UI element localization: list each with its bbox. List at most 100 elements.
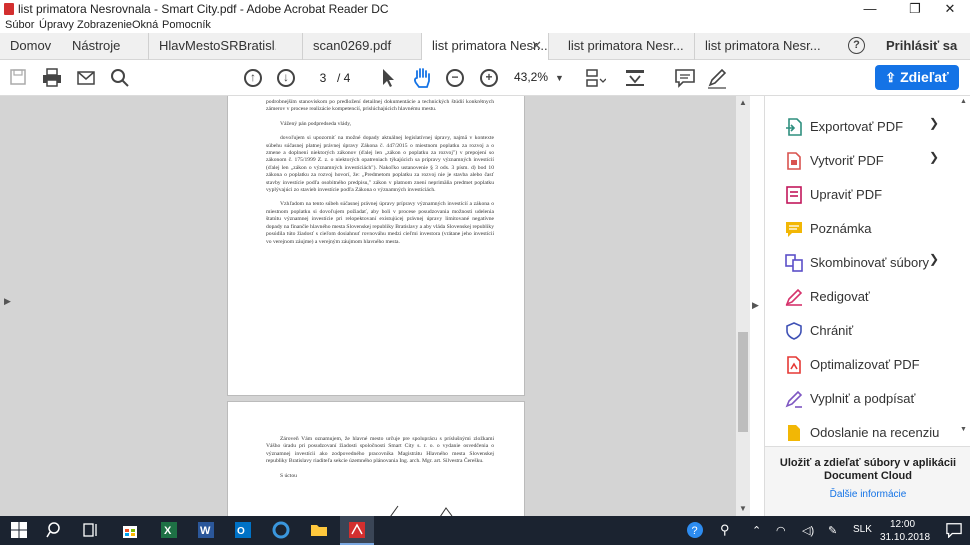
page-number-input[interactable]: 3: [312, 69, 334, 87]
tab-document-2[interactable]: scan0269.pdf: [302, 33, 414, 60]
chevron-down-icon[interactable]: ❯: [929, 116, 939, 130]
wifi-icon[interactable]: ◠: [776, 524, 786, 537]
right-pane-toggle-icon[interactable]: ▶: [752, 300, 759, 311]
clock-date[interactable]: 31.10.2018: [880, 532, 930, 543]
close-button[interactable]: ✕: [930, 0, 970, 18]
tool-redact[interactable]: Redigovať: [765, 282, 970, 312]
language-indicator[interactable]: SLK: [853, 524, 872, 535]
scroll-down-icon[interactable]: ▼: [739, 504, 747, 513]
tools-pane-scrollbar[interactable]: ▲ ▼: [958, 96, 970, 436]
scroll-mode-icon[interactable]: [624, 66, 646, 90]
word-icon[interactable]: W: [197, 521, 215, 539]
help-tips-icon[interactable]: ?: [686, 521, 704, 539]
menu-file[interactable]: Súbor: [5, 19, 34, 31]
tool-label: Upraviť PDF: [810, 187, 883, 202]
zoom-dropdown-chevron-icon[interactable]: ▼: [555, 73, 564, 83]
zoom-out-icon[interactable]: −: [446, 69, 464, 87]
pen-workspace-icon[interactable]: ✎: [828, 524, 837, 537]
close-tab-icon[interactable]: ✕: [531, 33, 542, 59]
menu-edit[interactable]: Úpravy: [39, 19, 74, 31]
page-display-icon[interactable]: [584, 66, 606, 90]
tool-fill-sign[interactable]: Vyplniť a podpísať: [765, 384, 970, 414]
acrobat-file-icon: [4, 3, 14, 15]
pane-scroll-up-icon[interactable]: ▲: [960, 98, 967, 105]
combine-files-icon: [785, 254, 803, 272]
signature-image: [390, 505, 453, 516]
tool-label: Skombinovať súbory: [810, 255, 930, 270]
pane-scroll-down-icon[interactable]: ▼: [960, 426, 967, 433]
zoom-in-icon[interactable]: +: [480, 69, 498, 87]
sign-in-link[interactable]: Prihlásiť sa: [886, 38, 957, 53]
title-bar: list primatora Nesrovnala - Smart City.p…: [0, 0, 970, 18]
clock-time[interactable]: 12:00: [890, 519, 915, 530]
tool-edit-pdf[interactable]: Upraviť PDF: [765, 180, 970, 210]
tab-document-2-label: scan0269.pdf: [313, 38, 392, 53]
search-taskbar-icon[interactable]: [46, 521, 64, 539]
windows-start-icon[interactable]: [10, 521, 28, 539]
tool-combine-files[interactable]: Skombinovať súbory ❯: [765, 248, 970, 278]
document-viewer[interactable]: ▶ podrobnejším stanoviskom po predložení…: [0, 96, 750, 516]
menu-bar: Súbor Úpravy Zobrazenie Okná Pomocník: [0, 18, 970, 33]
left-pane-toggle-icon[interactable]: ▶: [4, 296, 11, 307]
previous-page-icon[interactable]: ↑: [244, 69, 262, 87]
help-icon[interactable]: ?: [848, 37, 865, 54]
document-scrollbar[interactable]: ▲ ▼: [736, 96, 750, 516]
tab-document-3-active[interactable]: list primatora Nesr... ✕: [421, 33, 549, 61]
tool-comment[interactable]: Poznámka: [765, 214, 970, 244]
tool-send-review[interactable]: Odoslanie na recenziu: [765, 418, 970, 444]
acrobat-taskbar-button[interactable]: [340, 516, 374, 545]
minimize-button[interactable]: —: [850, 0, 890, 18]
show-hidden-icons-chevron-icon[interactable]: ⌃: [752, 524, 761, 537]
maximize-button[interactable]: ❐: [895, 0, 935, 18]
tab-document-5[interactable]: list primatora Nesr...: [694, 33, 822, 60]
promo-link[interactable]: Ďalšie informácie: [765, 489, 970, 500]
tab-document-1[interactable]: HlavMestoSRBratisl...: [148, 33, 276, 60]
edge-browser-icon[interactable]: [272, 521, 290, 539]
fill-sign-icon: [785, 390, 803, 408]
hand-tool-icon[interactable]: [411, 66, 433, 90]
share-label: Zdieľať: [900, 69, 949, 85]
tool-export-pdf[interactable]: Exportovať PDF ❯: [765, 112, 970, 142]
people-icon[interactable]: ⚲: [720, 522, 730, 538]
select-cursor-icon[interactable]: [380, 66, 396, 90]
tab-home[interactable]: Domov: [0, 33, 60, 60]
scrollbar-thumb[interactable]: [738, 332, 748, 432]
chevron-down-icon[interactable]: ❯: [929, 252, 939, 266]
outlook-icon[interactable]: O: [234, 521, 252, 539]
share-button[interactable]: ⇪ Zdieľať: [875, 65, 959, 90]
file-explorer-icon[interactable]: [310, 521, 328, 539]
protect-icon: [786, 322, 802, 340]
chevron-down-icon[interactable]: ❯: [929, 150, 939, 164]
menu-view[interactable]: Zobrazenie: [77, 19, 132, 31]
draw-pen-icon[interactable]: [706, 66, 728, 90]
tool-optimize-pdf[interactable]: Optimalizovať PDF: [765, 350, 970, 380]
tool-create-pdf[interactable]: Vytvoriť PDF ❯: [765, 146, 970, 176]
volume-icon[interactable]: ◁): [802, 524, 814, 537]
action-center-icon[interactable]: [946, 522, 962, 538]
search-icon[interactable]: [110, 66, 130, 90]
tool-label: Odoslanie na recenziu: [810, 425, 940, 440]
menu-window[interactable]: Okná: [132, 19, 158, 31]
page-4-text: Zároveň Vám oznamujem, že hlavné mesto u…: [266, 436, 494, 487]
save-icon[interactable]: [9, 66, 27, 90]
scroll-up-icon[interactable]: ▲: [739, 98, 747, 107]
tab-tools[interactable]: Nástroje: [62, 33, 130, 60]
tool-label: Chrániť: [810, 323, 854, 338]
next-page-icon[interactable]: ↓: [277, 69, 295, 87]
store-icon[interactable]: [121, 521, 139, 539]
zoom-level-input[interactable]: 43,2%: [514, 70, 548, 84]
tab-home-label: Domov: [10, 38, 52, 53]
svg-text:O: O: [237, 526, 245, 537]
comment-toolbar-icon[interactable]: [674, 66, 696, 90]
svg-text:W: W: [200, 525, 211, 537]
print-icon[interactable]: [42, 66, 62, 90]
tab-document-1-label: HlavMestoSRBratisl...: [159, 38, 276, 53]
task-view-icon[interactable]: [82, 521, 100, 539]
excel-icon[interactable]: X: [160, 521, 178, 539]
tab-document-4[interactable]: list primatora Nesr...: [558, 33, 686, 60]
email-icon[interactable]: [76, 66, 96, 90]
menu-help[interactable]: Pomocník: [162, 19, 211, 31]
tool-protect[interactable]: Chrániť: [765, 316, 970, 346]
promo-text: Uložiť a zdieľať súbory v aplikácii Docu…: [779, 457, 957, 482]
document-page-4: Zároveň Vám oznamujem, že hlavné mesto u…: [227, 401, 525, 516]
